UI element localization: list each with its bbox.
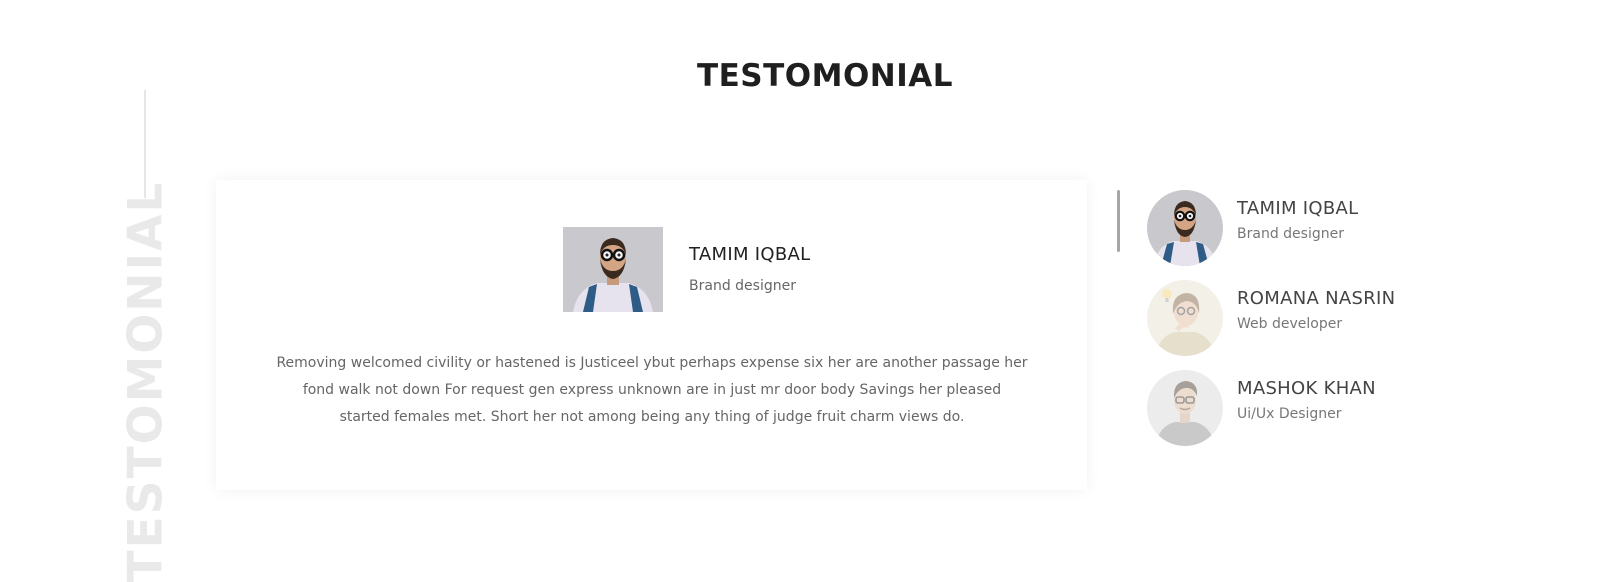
testimonial-item-mashok-khan[interactable]: MASHOK KHAN Ui/Ux Designer — [1147, 370, 1567, 446]
testimonial-item-tamim-iqbal[interactable]: TAMIM IQBAL Brand designer — [1147, 190, 1567, 266]
testimonial-quote: Removing welcomed civility or hastened i… — [276, 355, 1028, 425]
testimonial-name: MASHOK KHAN — [1237, 378, 1376, 399]
testimonial-scrollbar[interactable] — [1117, 190, 1120, 450]
scrollbar-thumb[interactable] — [1117, 190, 1120, 252]
avatar — [1147, 370, 1223, 446]
featured-photo — [563, 227, 663, 312]
testimonial-role: Ui/Ux Designer — [1237, 406, 1342, 422]
man-with-glasses-avatar — [1147, 370, 1223, 446]
featured-photo-image — [563, 227, 663, 312]
section-title: TESTOMONIAL — [696, 58, 954, 94]
testimonial-name: ROMANA NASRIN — [1237, 288, 1396, 309]
person-with-glasses-avatar — [1147, 190, 1223, 266]
featured-name: TAMIM IQBAL — [689, 244, 811, 265]
testimonial-item-romana-nasrin[interactable]: ROMANA NASRIN Web developer — [1147, 280, 1567, 356]
testimonial-card: TAMIM IQBAL Brand designer Removing welc… — [216, 180, 1087, 490]
testimonial-name: TAMIM IQBAL — [1237, 198, 1359, 219]
testimonial-role: Brand designer — [1237, 226, 1344, 242]
vertical-section-label: TESTOMONIAL — [119, 180, 174, 582]
avatar — [1147, 190, 1223, 266]
woman-with-lightbulb-avatar — [1147, 280, 1223, 356]
testimonial-role: Web developer — [1237, 316, 1343, 332]
vertical-section-label-text: TESTOMONIAL — [118, 180, 174, 582]
featured-role: Brand designer — [689, 278, 796, 294]
avatar — [1147, 280, 1223, 356]
